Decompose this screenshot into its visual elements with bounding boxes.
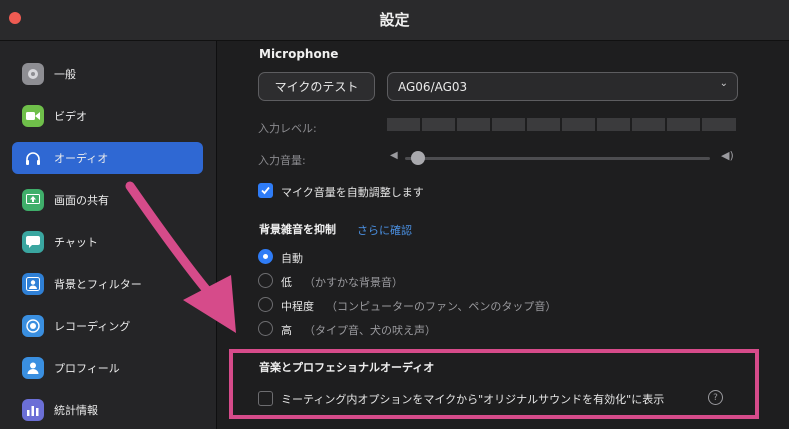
- annotation-arrow-icon: [125, 181, 236, 333]
